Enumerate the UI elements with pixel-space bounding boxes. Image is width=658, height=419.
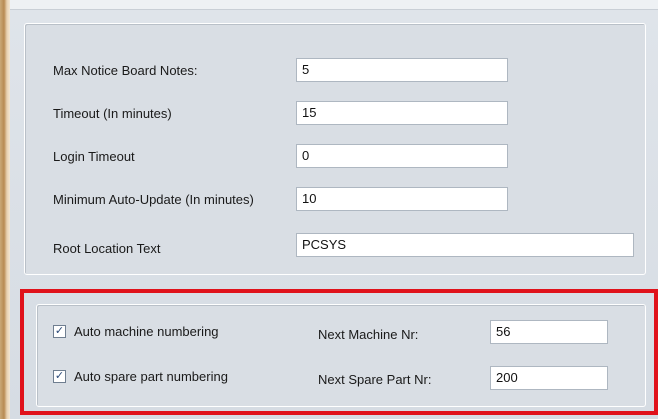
top-strip: [10, 0, 658, 10]
next-spare-part-nr-input[interactable]: 200: [490, 366, 608, 390]
minimum-auto-update-label: Minimum Auto-Update (In minutes): [53, 192, 254, 207]
window-left-edge: [0, 0, 10, 419]
next-spare-part-nr-label: Next Spare Part Nr:: [318, 372, 432, 387]
next-machine-nr-input[interactable]: 56: [490, 320, 608, 344]
root-location-text-label: Root Location Text: [53, 241, 161, 256]
login-timeout-label: Login Timeout: [53, 149, 135, 164]
minimum-auto-update-input[interactable]: 10: [296, 187, 508, 211]
root-location-text-input[interactable]: PCSYS: [296, 233, 634, 257]
timeout-input[interactable]: 15: [296, 101, 508, 125]
auto-machine-numbering-label: Auto machine numbering: [74, 324, 219, 339]
login-timeout-input[interactable]: 0: [296, 144, 508, 168]
max-notice-board-notes-label: Max Notice Board Notes:: [53, 63, 198, 78]
max-notice-board-notes-input[interactable]: 5: [296, 58, 508, 82]
auto-spare-part-numbering-label: Auto spare part numbering: [74, 369, 228, 384]
next-machine-nr-label: Next Machine Nr:: [318, 327, 419, 342]
auto-spare-part-numbering-checkbox[interactable]: ✓: [53, 370, 66, 383]
auto-machine-numbering-checkbox[interactable]: ✓: [53, 325, 66, 338]
timeout-label: Timeout (In minutes): [53, 106, 172, 121]
